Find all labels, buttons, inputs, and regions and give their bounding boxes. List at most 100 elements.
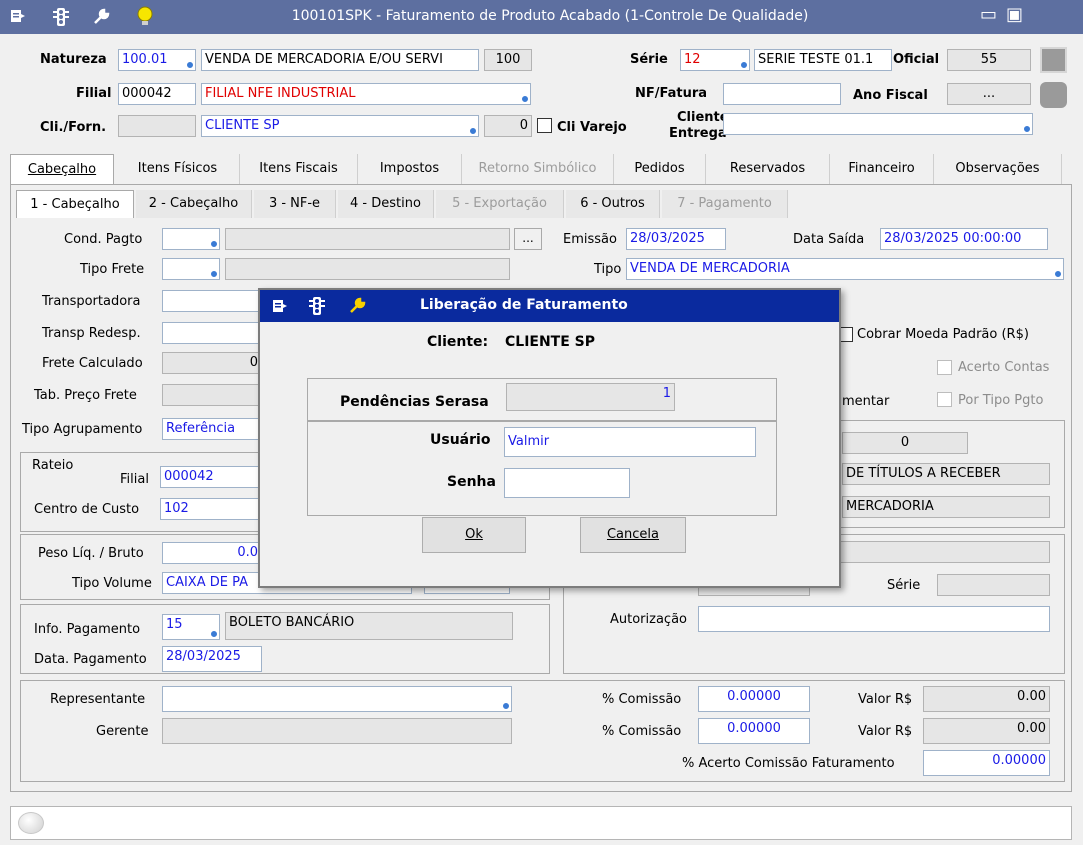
centro-custo-field[interactable]: 102: [160, 498, 260, 520]
tipo-frete-desc-field: [225, 258, 510, 280]
subtab-7-pagamento[interactable]: 7 - Pagamento: [662, 190, 788, 218]
acerto-comissao-label: % Acerto Comissão Faturamento: [682, 756, 895, 771]
subtab-3-nfe[interactable]: 3 - NF-e: [254, 190, 336, 218]
peso-label: Peso Líq. / Bruto: [38, 546, 144, 561]
gerente-field: [162, 718, 512, 744]
tab-financeiro[interactable]: Financeiro: [830, 154, 934, 184]
minimize-icon[interactable]: ▭: [980, 4, 997, 25]
cliente-entrega-field[interactable]: [723, 113, 1033, 135]
cliente-entrega-label: Cliente: [677, 110, 729, 125]
dialog-traffic-light-icon[interactable]: [308, 296, 326, 316]
tab-impostos-label: Impostos: [379, 161, 440, 176]
cond-pagto-ellipsis-button[interactable]: ...: [514, 228, 542, 250]
tab-retorno-simbolico[interactable]: Retorno Simbólico: [462, 154, 614, 184]
valor1-label: Valor R$: [858, 692, 913, 707]
tipo-frete-label: Tipo Frete: [80, 262, 145, 277]
ano-fiscal-indicator: [1040, 82, 1067, 108]
usuario-input[interactable]: Valmir: [504, 427, 756, 457]
wrench-icon[interactable]: [92, 8, 110, 26]
lightbulb-icon[interactable]: [136, 6, 154, 28]
natureza-label: Natureza: [40, 52, 107, 67]
serie-code-field[interactable]: 12: [680, 49, 750, 71]
cli-code-field[interactable]: [118, 115, 196, 137]
natureza-code-field[interactable]: 100.01: [118, 49, 196, 71]
oficial-button[interactable]: [1040, 47, 1067, 73]
cancela-button-label: Cancela: [606, 527, 659, 542]
cli-desc-field[interactable]: CLIENTE SP: [201, 115, 479, 137]
comissao2-field[interactable]: 0.00000: [698, 718, 810, 744]
tab-itens-fisicos[interactable]: Itens Físicos: [116, 154, 240, 184]
tab-reservados[interactable]: Reservados: [706, 154, 830, 184]
nf-fatura-field[interactable]: [723, 83, 841, 105]
liberacao-dialog: Liberação de Faturamento Cliente: CLIENT…: [258, 288, 841, 588]
dialog-title: Liberação de Faturamento: [420, 297, 628, 313]
tab-itens-fiscais[interactable]: Itens Fiscais: [240, 154, 358, 184]
subtab-2-cabecalho[interactable]: 2 - Cabeçalho: [136, 190, 252, 218]
frete-calculado-field: 0: [162, 352, 262, 374]
natureza-desc-field[interactable]: VENDA DE MERCADORIA E/OU SERVI: [201, 49, 479, 71]
dialog-cliente-label: Cliente:: [427, 334, 489, 350]
comissao1-field[interactable]: 0.00000: [698, 686, 810, 712]
por-tipo-pgto-label: Por Tipo Pgto: [958, 393, 1044, 408]
info-pagamento-code-field[interactable]: 15: [162, 614, 220, 640]
subtab-6-outros[interactable]: 6 - Outros: [566, 190, 660, 218]
data-saida-field[interactable]: 28/03/2025 00:00:00: [880, 228, 1048, 250]
transportadora-field[interactable]: [162, 290, 262, 312]
tipo-frete-code-field[interactable]: [162, 258, 220, 280]
subtab-1-cabecalho[interactable]: 1 - Cabeçalho: [16, 190, 134, 218]
serie-label: Série: [630, 52, 668, 67]
tab-preco-frete-field[interactable]: [162, 384, 262, 406]
maximize-icon[interactable]: ▣: [1006, 4, 1023, 25]
ano-fiscal-label: Ano Fiscal: [853, 88, 928, 103]
traffic-light-icon[interactable]: [52, 7, 70, 27]
tab-observacoes[interactable]: Observações: [934, 154, 1062, 184]
cli-varejo-checkbox[interactable]: [537, 118, 552, 133]
cond-pagto-label: Cond. Pagto: [64, 232, 143, 247]
cli-varejo-label: Cli Varejo: [557, 120, 627, 135]
nf-fatura-label: NF/Fatura: [635, 86, 708, 101]
gerente-label: Gerente: [96, 724, 149, 739]
acerto-contas-checkbox[interactable]: [937, 360, 952, 375]
tipo-agrupamento-field[interactable]: Referência: [162, 418, 262, 440]
serie-desc-field[interactable]: SERIE TESTE 01.1: [754, 49, 892, 71]
tab-pedidos[interactable]: Pedidos: [614, 154, 706, 184]
filial-desc-field[interactable]: FILIAL NFE INDUSTRIAL: [201, 83, 531, 105]
usuario-label: Usuário: [430, 432, 491, 448]
dialog-wrench-icon[interactable]: [348, 297, 366, 315]
nfe-serie-field: [937, 574, 1050, 596]
tab-impostos[interactable]: Impostos: [358, 154, 462, 184]
tab-financeiro-label: Financeiro: [848, 161, 915, 176]
por-tipo-pgto-checkbox[interactable]: [937, 392, 952, 407]
cond-pagto-code-field[interactable]: [162, 228, 220, 250]
info-pagamento-desc-field: BOLETO BANCÁRIO: [225, 612, 513, 640]
form-icon[interactable]: [10, 8, 26, 24]
subtab-4-destino[interactable]: 4 - Destino: [338, 190, 434, 218]
filial-code-field[interactable]: 000042: [118, 83, 196, 105]
acerto-comissao-field[interactable]: 0.00000: [923, 750, 1050, 776]
cancela-button[interactable]: Cancela: [580, 517, 686, 553]
ok-button-label: Ok: [465, 527, 483, 542]
rateio-filial-label: Filial: [120, 472, 149, 487]
comissao1-label: % Comissão: [602, 692, 682, 707]
ok-button[interactable]: Ok: [422, 517, 526, 553]
representante-field[interactable]: [162, 686, 512, 712]
transp-redesp-field[interactable]: [162, 322, 262, 344]
data-pagamento-field[interactable]: 28/03/2025: [162, 646, 262, 672]
cond-pagto-desc-field: [225, 228, 510, 250]
tab-cabecalho[interactable]: Cabeçalho: [10, 154, 114, 185]
tipo-field[interactable]: VENDA DE MERCADORIA: [626, 258, 1064, 280]
subtab-5-exportacao[interactable]: 5 - Exportação: [436, 190, 564, 218]
autorizacao-field[interactable]: [698, 606, 1050, 632]
cliente-entrega-label-2: Entrega: [669, 126, 727, 141]
rateio-filial-field[interactable]: 000042: [160, 466, 260, 488]
data-pagamento-label: Data. Pagamento: [34, 652, 147, 667]
representante-label: Representante: [50, 692, 146, 707]
peso-field[interactable]: 0.0: [162, 542, 262, 564]
valor1-field: 0.00: [923, 686, 1050, 712]
dialog-form-icon[interactable]: [272, 298, 288, 314]
comissao2-label: % Comissão: [602, 724, 682, 739]
senha-input[interactable]: [504, 468, 630, 498]
tab-itens-fisicos-label: Itens Físicos: [137, 161, 218, 176]
pendencias-label: Pendências Serasa: [340, 394, 489, 410]
emissao-field[interactable]: 28/03/2025: [626, 228, 726, 250]
